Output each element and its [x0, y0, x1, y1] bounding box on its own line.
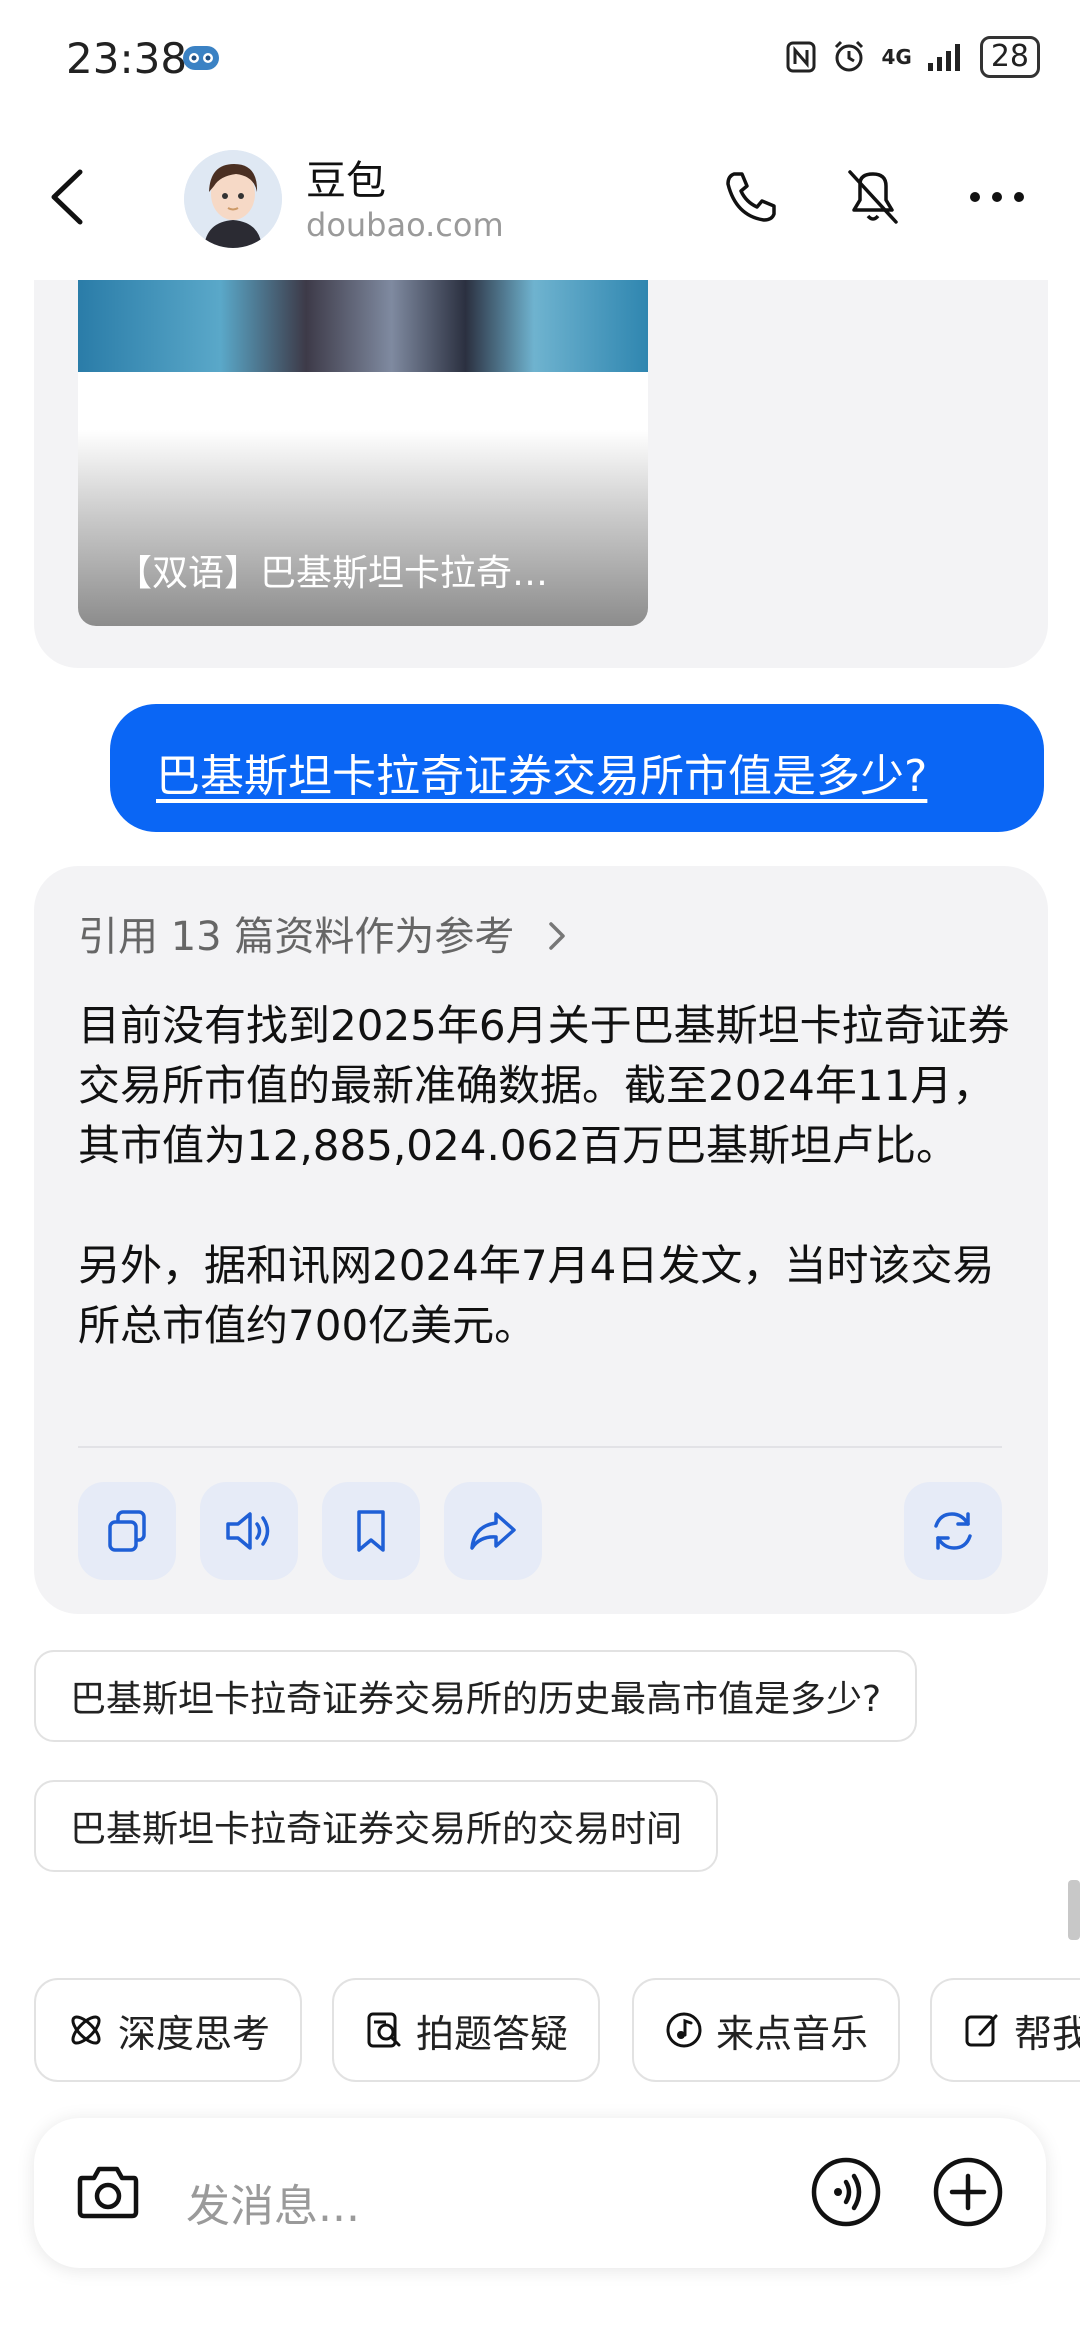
- signal-icon: [927, 44, 960, 71]
- alarm-icon: [835, 40, 864, 72]
- thumbnail-overlay: [78, 430, 648, 626]
- scrollbar[interactable]: [1068, 1880, 1080, 1940]
- suggestion-chip[interactable]: 巴基斯坦卡拉奇证券交易所的交易时间: [34, 1780, 719, 1872]
- status-icons: 4G 28: [785, 36, 1040, 78]
- regenerate-button[interactable]: [904, 1482, 1002, 1580]
- scan-question-icon: [367, 2012, 401, 2048]
- chip-help-me-write[interactable]: 帮我: [930, 1978, 1080, 2082]
- answer-paragraph: 目前没有找到2025年6月关于巴基斯坦卡拉奇证券交易所市值的最新准确数据。截至2…: [78, 1001, 1010, 1170]
- more-options-icon[interactable]: [966, 182, 1028, 212]
- user-message-text[interactable]: 巴基斯坦卡拉奇证券交易所市值是多少?: [156, 740, 927, 804]
- copy-icon: [108, 1510, 146, 1552]
- chip-photo-question[interactable]: 拍题答疑: [332, 1978, 601, 2082]
- reference-link[interactable]: 引用 13 篇资料作为参考: [78, 904, 571, 962]
- reference-label: 引用 13 篇资料作为参考: [78, 914, 515, 960]
- phone-icon[interactable]: [720, 166, 782, 228]
- bookmark-icon: [357, 1510, 385, 1552]
- chat-title: 豆包: [306, 158, 386, 204]
- thumbnail-caption: 【双语】巴基斯坦卡拉奇…: [116, 553, 549, 594]
- network-type: 4G: [881, 45, 912, 69]
- chevron-right-icon: [549, 922, 565, 950]
- chat-subtitle: doubao.com: [306, 206, 504, 244]
- message-input[interactable]: 发消息...: [186, 2170, 360, 2234]
- share-arrow-icon: [470, 1512, 516, 1550]
- chip-music[interactable]: 来点音乐: [632, 1978, 901, 2082]
- read-aloud-button[interactable]: [200, 1482, 298, 1580]
- chip-deep-thinking[interactable]: 深度思考: [34, 1978, 303, 2082]
- chip-label: 拍题答疑: [416, 2011, 569, 2056]
- edit-icon: [965, 2014, 998, 2047]
- chip-label: 帮我: [1014, 2011, 1080, 2056]
- music-icon: [666, 2012, 702, 2048]
- divider: [78, 1446, 1002, 1448]
- status-time: 23:38: [66, 34, 188, 83]
- battery-level: 28: [979, 36, 1040, 78]
- game-controller-icon: [183, 46, 219, 70]
- nfc-icon: [786, 41, 816, 73]
- copy-button[interactable]: [78, 1482, 176, 1580]
- answer-paragraph: 另外，据和讯网2024年7月4日发文，当时该交易所总市值约700亿美元。: [78, 1241, 995, 1350]
- status-bar: 23:38 4G 28: [0, 0, 1080, 120]
- share-button[interactable]: [444, 1482, 542, 1580]
- speaker-mute-icon[interactable]: [842, 166, 904, 228]
- atom-icon: [71, 2015, 101, 2045]
- chip-label: 深度思考: [118, 2011, 271, 2056]
- refresh-icon: [934, 1512, 972, 1550]
- camera-icon[interactable]: [74, 2160, 142, 2224]
- chat-header: [0, 120, 1080, 280]
- article-thumbnail[interactable]: 【双语】巴基斯坦卡拉奇…: [78, 280, 648, 626]
- chip-label: 来点音乐: [716, 2011, 869, 2056]
- avatar[interactable]: [184, 150, 282, 248]
- avatar-portrait-icon: [184, 150, 282, 248]
- bottom-safe-area: [0, 2290, 1080, 2340]
- voice-call-icon[interactable]: [810, 2156, 882, 2228]
- plus-icon[interactable]: [932, 2156, 1004, 2228]
- back-arrow-icon[interactable]: [44, 166, 90, 228]
- bookmark-button[interactable]: [322, 1482, 420, 1580]
- thumbnail-image: [78, 280, 648, 372]
- suggestion-chip[interactable]: 巴基斯坦卡拉奇证券交易所的历史最高市值是多少?: [34, 1650, 918, 1742]
- answer-text: 目前没有找到2025年6月关于巴基斯坦卡拉奇证券交易所市值的最新准确数据。截至2…: [78, 996, 1018, 1356]
- speaker-icon: [226, 1512, 270, 1550]
